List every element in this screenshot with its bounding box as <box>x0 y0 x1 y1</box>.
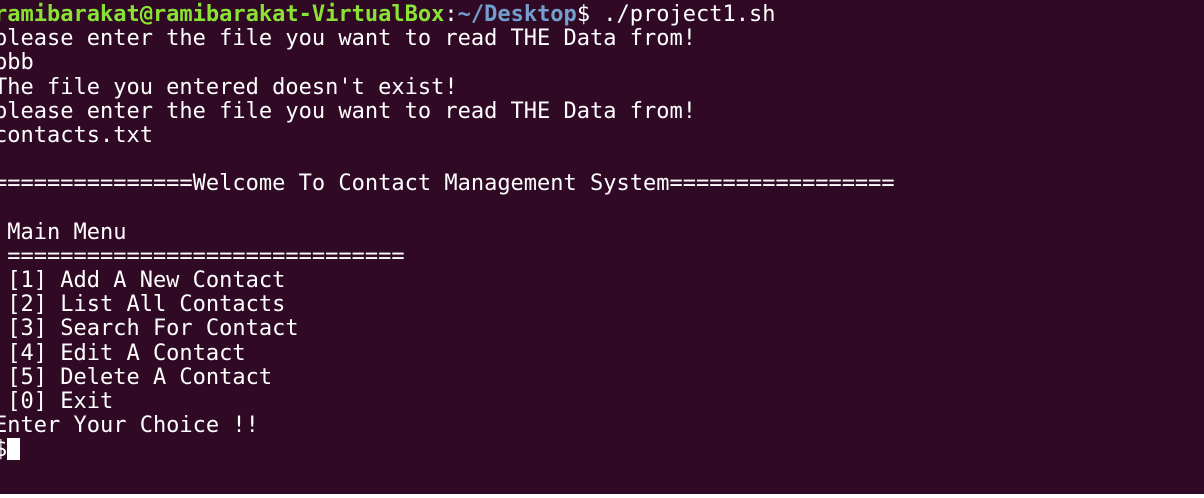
prompt-user-host: ramibarakat@ramibarakat-VirtualBox <box>0 2 445 27</box>
menu-title: Main Menu <box>0 219 127 245</box>
input-prompt: $ <box>0 437 8 463</box>
welcome-banner: ===============Welcome To Contact Manage… <box>0 171 895 197</box>
output-line-user-input-bbb: bbb <box>0 50 34 76</box>
menu-divider: ============================== <box>0 243 405 269</box>
output-line-blank <box>0 197 1204 221</box>
input-line[interactable]: $ <box>0 438 1204 462</box>
choice-prompt: Enter Your Choice !! <box>0 413 259 439</box>
output-line-file-prompt-2: please enter the file you want to read T… <box>0 98 696 124</box>
menu-option-edit: [4] Edit A Contact <box>0 340 246 366</box>
menu-option-delete: [5] Delete A Contact <box>0 364 273 390</box>
menu-option-search: [3] Search For Contact <box>0 316 299 342</box>
prompt-command: ./project1.sh <box>590 2 776 27</box>
prompt-colon: : <box>444 2 458 27</box>
output-line-blank <box>0 148 1204 172</box>
output-line-error: The file you entered doesn't exist! <box>0 74 458 100</box>
output-line-user-input-contacts: contacts.txt <box>0 122 153 148</box>
prompt-path: ~/Desktop <box>457 2 577 27</box>
text-cursor <box>7 438 21 461</box>
command-prompt-line: ramibarakat@ramibarakat-VirtualBox:~/Des… <box>0 2 1204 27</box>
menu-option-exit: [0] Exit <box>0 389 114 414</box>
terminal-window[interactable]: ramibarakat@ramibarakat-VirtualBox:~/Des… <box>0 0 1204 494</box>
menu-option-list: [2] List All Contacts <box>0 292 286 318</box>
prompt-dollar: $ <box>576 2 591 27</box>
menu-option-add: [1] Add A New Contact <box>0 268 286 294</box>
output-line-file-prompt-1: please enter the file you want to read T… <box>0 26 696 52</box>
